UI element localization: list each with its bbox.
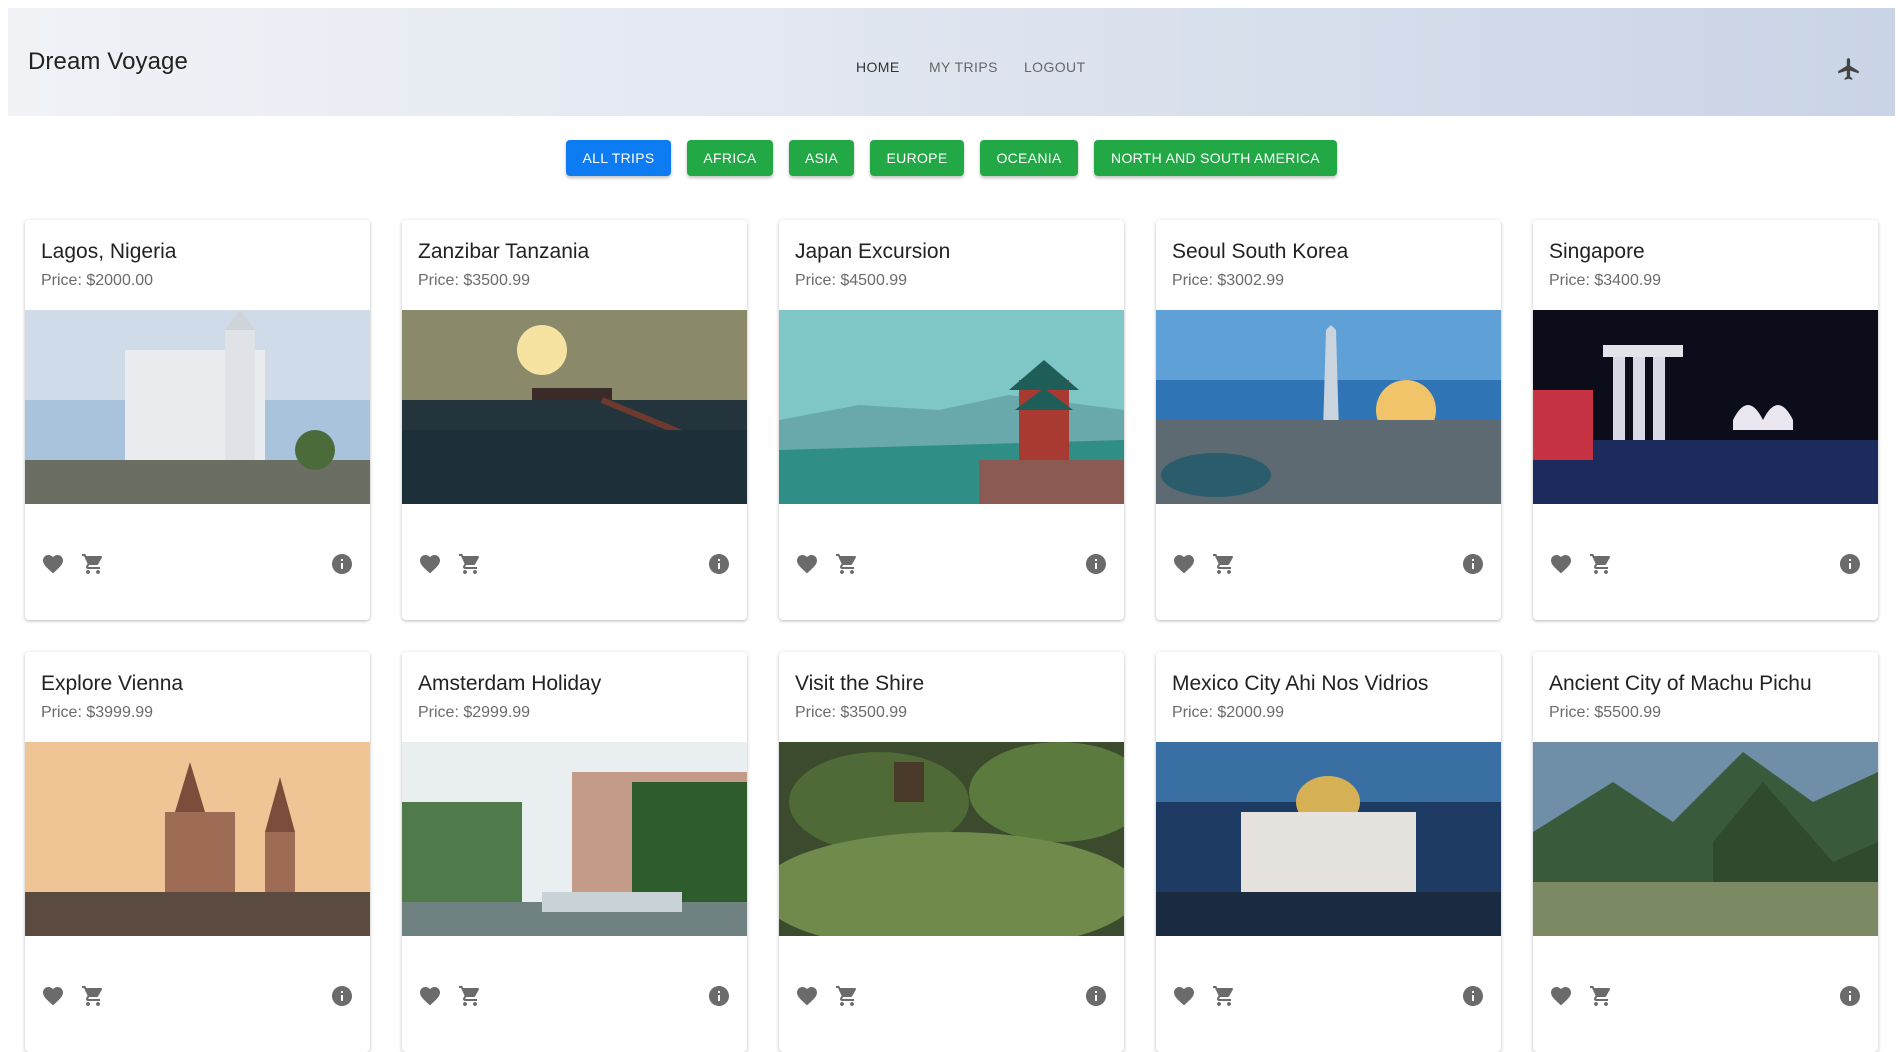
trip-title: Zanzibar Tanzania — [418, 240, 590, 263]
heart-icon[interactable] — [795, 552, 819, 576]
info-icon[interactable] — [1838, 984, 1862, 1008]
cart-icon[interactable] — [835, 552, 859, 576]
info-icon[interactable] — [1461, 552, 1485, 576]
cart-icon[interactable] — [458, 552, 482, 576]
filter-oceania-button[interactable]: OCEANIA — [980, 140, 1078, 176]
heart-icon[interactable] — [1172, 984, 1196, 1008]
card-actions — [1156, 552, 1501, 580]
cart-icon[interactable] — [835, 984, 859, 1008]
app-bar: Dream Voyage HOME MY TRIPS LOGOUT — [8, 8, 1895, 116]
heart-icon[interactable] — [41, 552, 65, 576]
nav-logout-link[interactable]: LOGOUT — [1024, 59, 1086, 75]
cart-icon[interactable] — [1212, 552, 1236, 576]
trip-card[interactable]: Seoul South Korea Price: $3002.99 — [1156, 220, 1501, 620]
trip-title: Japan Excursion — [795, 240, 951, 263]
heart-icon[interactable] — [1172, 552, 1196, 576]
nav-my-trips-link[interactable]: MY TRIPS — [929, 59, 998, 75]
trip-image[interactable] — [779, 742, 1124, 936]
trip-price: Price: $2999.99 — [418, 704, 531, 721]
cart-icon[interactable] — [1589, 552, 1613, 576]
heart-icon[interactable] — [41, 984, 65, 1008]
info-icon[interactable] — [1084, 984, 1108, 1008]
filter-asia-button[interactable]: ASIA — [789, 140, 854, 176]
heart-icon[interactable] — [795, 984, 819, 1008]
trip-title: Ancient City of Machu Pichu — [1549, 672, 1812, 695]
region-filter-bar: ALL TRIPS AFRICA ASIA EUROPE OCEANIA NOR… — [0, 140, 1898, 176]
cart-icon[interactable] — [81, 552, 105, 576]
trip-title: Mexico City Ahi Nos Vidrios — [1172, 672, 1429, 695]
trip-image[interactable] — [779, 310, 1124, 504]
info-icon[interactable] — [1838, 552, 1862, 576]
cart-icon[interactable] — [1212, 984, 1236, 1008]
trip-price: Price: $2000.00 — [41, 272, 154, 289]
trip-image[interactable] — [25, 310, 370, 504]
info-icon[interactable] — [330, 552, 354, 576]
trip-title: Lagos, Nigeria — [41, 240, 177, 263]
trip-price: Price: $2000.99 — [1172, 704, 1285, 721]
trip-image[interactable] — [1156, 742, 1501, 936]
info-icon[interactable] — [707, 984, 731, 1008]
trip-image[interactable] — [402, 310, 747, 504]
trip-title: Visit the Shire — [795, 672, 925, 695]
filter-north-south-america-button[interactable]: NORTH AND SOUTH AMERICA — [1094, 140, 1337, 176]
trip-price: Price: $5500.99 — [1549, 704, 1662, 721]
trip-image[interactable] — [1533, 742, 1878, 936]
card-actions — [1533, 552, 1878, 580]
trip-price: Price: $3500.99 — [795, 704, 908, 721]
heart-icon[interactable] — [1549, 552, 1573, 576]
trip-card[interactable]: Mexico City Ahi Nos Vidrios Price: $2000.… — [1156, 652, 1501, 1052]
trip-card[interactable]: Lagos, Nigeria Price: $2000.00 — [25, 220, 370, 620]
trip-card[interactable]: Singapore Price: $3400.99 — [1533, 220, 1878, 620]
airplane-icon[interactable] — [1836, 56, 1862, 82]
heart-icon[interactable] — [1549, 984, 1573, 1008]
trip-card[interactable]: Japan Excursion Price: $4500.99 — [779, 220, 1124, 620]
heart-icon[interactable] — [418, 552, 442, 576]
trip-price: Price: $3400.99 — [1549, 272, 1662, 289]
trip-card[interactable]: Ancient City of Machu Pichu Price: $5500.… — [1533, 652, 1878, 1052]
trip-card[interactable]: Visit the Shire Price: $3500.99 — [779, 652, 1124, 1052]
info-icon[interactable] — [1084, 552, 1108, 576]
heart-icon[interactable] — [418, 984, 442, 1008]
trip-title: Singapore — [1549, 240, 1645, 263]
card-actions — [1533, 984, 1878, 1012]
main-nav: HOME MY TRIPS LOGOUT — [8, 59, 1895, 79]
trip-title: Seoul South Korea — [1172, 240, 1349, 263]
cart-icon[interactable] — [1589, 984, 1613, 1008]
trip-image[interactable] — [402, 742, 747, 936]
card-actions — [402, 552, 747, 580]
trip-card[interactable]: Explore Vienna Price: $3999.99 — [25, 652, 370, 1052]
trip-image[interactable] — [1156, 310, 1501, 504]
info-icon[interactable] — [707, 552, 731, 576]
trip-price: Price: $3500.99 — [418, 272, 531, 289]
trip-title: Amsterdam Holiday — [418, 672, 602, 695]
filter-europe-button[interactable]: EUROPE — [870, 140, 964, 176]
card-actions — [779, 984, 1124, 1012]
card-actions — [25, 552, 370, 580]
nav-home-link[interactable]: HOME — [856, 59, 900, 75]
cart-icon[interactable] — [458, 984, 482, 1008]
trip-price: Price: $3002.99 — [1172, 272, 1285, 289]
cart-icon[interactable] — [81, 984, 105, 1008]
info-icon[interactable] — [330, 984, 354, 1008]
trip-title: Explore Vienna — [41, 672, 184, 695]
trip-image[interactable] — [1533, 310, 1878, 504]
card-actions — [25, 984, 370, 1012]
card-actions — [402, 984, 747, 1012]
trip-image[interactable] — [25, 742, 370, 936]
trip-price: Price: $4500.99 — [795, 272, 908, 289]
info-icon[interactable] — [1461, 984, 1485, 1008]
filter-africa-button[interactable]: AFRICA — [687, 140, 773, 176]
filter-all-trips-button[interactable]: ALL TRIPS — [566, 140, 671, 176]
trip-card[interactable]: Amsterdam Holiday Price: $2999.99 — [402, 652, 747, 1052]
trip-card[interactable]: Zanzibar Tanzania Price: $3500.99 — [402, 220, 747, 620]
trip-price: Price: $3999.99 — [41, 704, 154, 721]
card-actions — [1156, 984, 1501, 1012]
card-actions — [779, 552, 1124, 580]
